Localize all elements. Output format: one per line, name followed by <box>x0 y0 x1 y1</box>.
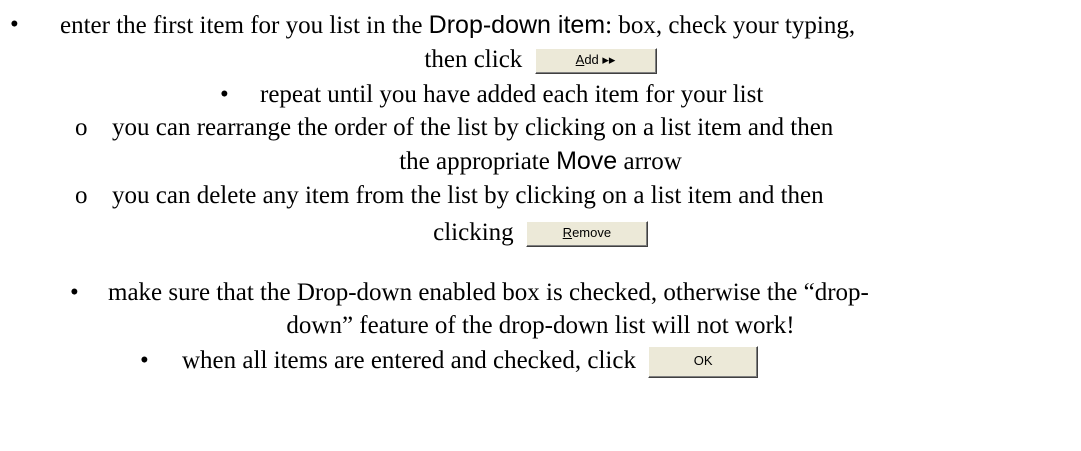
text: enter the first item for you list in the <box>60 12 429 39</box>
instruction-line-7: clicking Remove <box>0 218 1081 248</box>
instruction-line-3: repeat until you have added each item fo… <box>260 81 764 108</box>
instruction-line-9: down” feature of the drop-down list will… <box>286 312 795 339</box>
ui-label-move: Move <box>556 147 618 175</box>
bullet: • <box>70 279 79 306</box>
text: the appropriate <box>399 148 557 175</box>
remove-button[interactable]: Remove <box>525 221 648 248</box>
instruction-line-5: the appropriate Move arrow <box>0 146 1081 177</box>
instruction-line-6: you can delete any item from the list by… <box>112 182 824 209</box>
instruction-line-4: you can rearrange the order of the list … <box>112 114 834 141</box>
bullet: • <box>140 347 149 374</box>
instruction-line-8: make sure that the Drop-down enabled box… <box>108 279 869 306</box>
bullet: • <box>220 81 229 108</box>
remove-button-underline: R <box>562 225 573 241</box>
text: then click <box>424 46 523 73</box>
ok-button[interactable]: OK <box>648 346 759 379</box>
text: when all items are entered and checked, … <box>182 347 636 374</box>
ui-label-drop-down-item: Drop-down item <box>428 11 606 39</box>
text: clicking <box>433 219 514 246</box>
text: : box, check your typing, <box>605 12 856 39</box>
add-button-label: dd ▸▸ <box>584 52 616 68</box>
bullet-hollow: o <box>75 114 88 141</box>
instruction-line-10: when all items are entered and checked, … <box>182 346 759 379</box>
bullet: • <box>10 11 19 38</box>
bullet-hollow: o <box>75 182 88 209</box>
instruction-line-1: enter the first item for you list in the… <box>60 10 855 41</box>
instruction-line-2: then click Add ▸▸ <box>0 45 1081 75</box>
text: arrow <box>617 148 682 175</box>
add-button[interactable]: Add ▸▸ <box>534 48 657 75</box>
remove-button-label: emove <box>572 225 612 241</box>
